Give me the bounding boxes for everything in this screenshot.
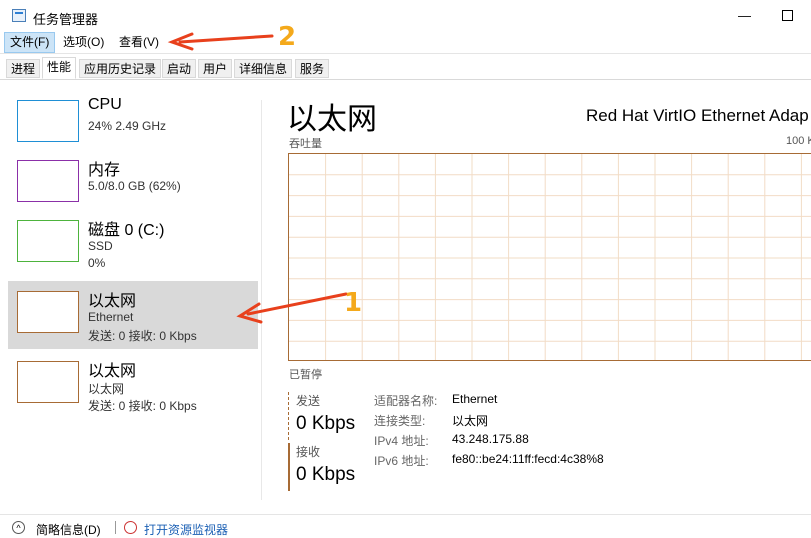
throughput-label: 吞吐量 xyxy=(289,138,322,150)
memory-mini-graph xyxy=(17,160,79,202)
throughput-graph xyxy=(288,153,811,361)
property-label: IPv4 地址: xyxy=(374,434,429,448)
sidebar-item-title: 磁盘 0 (C:) xyxy=(88,222,165,239)
open-resource-monitor-link[interactable]: 打开资源监视器 xyxy=(144,521,228,538)
maximize-button[interactable] xyxy=(782,10,793,21)
property-label: 适配器名称: xyxy=(374,394,438,408)
tab-startup[interactable]: 启动 xyxy=(162,59,197,78)
disk-mini-graph xyxy=(17,220,79,262)
property-value: Ethernet xyxy=(452,392,498,406)
task-manager-icon xyxy=(12,9,26,22)
tab-app-history[interactable]: 应用历史记录 xyxy=(79,59,162,78)
property-value: 43.248.175.88 xyxy=(452,432,529,446)
tab-users[interactable]: 用户 xyxy=(198,59,233,78)
property-label: 连接类型: xyxy=(374,414,426,428)
receive-value: 0 Kbps xyxy=(296,464,356,485)
tab-services[interactable]: 服务 xyxy=(295,59,330,78)
title-bar: 任务管理器 — xyxy=(0,0,811,32)
receive-stat: 接收 0 Kbps xyxy=(288,443,355,491)
ethernet-mini-graph xyxy=(17,291,79,333)
sidebar-item-subtitle: 5.0/8.0 GB (62%) xyxy=(88,179,181,193)
sidebar-item-ethernet-1[interactable]: 以太网 Ethernet 发送: 0 接收: 0 Kbps xyxy=(8,281,258,349)
tab-details[interactable]: 详细信息 xyxy=(234,59,293,78)
receive-label: 接收 xyxy=(296,445,321,459)
send-value: 0 Kbps xyxy=(296,413,356,434)
minimize-button[interactable]: — xyxy=(738,8,751,23)
chevron-up-icon[interactable]: ^ xyxy=(12,521,25,534)
tab-performance[interactable]: 性能 xyxy=(42,57,77,79)
sidebar-item-cpu[interactable]: CPU 24% 2.49 GHz xyxy=(8,90,258,158)
cpu-mini-graph xyxy=(17,100,79,142)
menu-view[interactable]: 查看(V) xyxy=(114,32,164,53)
sidebar-item-subtitle: 以太网 xyxy=(88,382,125,396)
send-label: 发送 xyxy=(296,394,321,408)
adapter-name: Red Hat VirtIO Ethernet Adap xyxy=(586,106,809,125)
sidebar-item-title: 以太网 xyxy=(88,363,137,380)
sidebar-item-title: 以太网 xyxy=(88,293,137,310)
sidebar-item-subtitle: 24% 2.49 GHz xyxy=(88,119,167,133)
graph-grid xyxy=(289,154,811,360)
property-value: fe80::be24:11ff:fecd:4c38%8 xyxy=(452,452,604,466)
sidebar-item-detail: 发送: 0 接收: 0 Kbps xyxy=(88,399,197,413)
panel-divider xyxy=(261,100,262,500)
sidebar-item-title: 内存 xyxy=(88,162,121,179)
annotation-label-1: 1 xyxy=(344,288,363,318)
sidebar-item-subtitle: SSD xyxy=(88,239,113,253)
menu-bar: 文件(F) 选项(O) 查看(V) xyxy=(0,32,811,54)
sidebar-item-disk[interactable]: 磁盘 0 (C:) SSD 0% xyxy=(8,210,258,278)
sidebar-item-detail: 0% xyxy=(88,256,106,270)
ethernet-mini-graph xyxy=(17,361,79,403)
resource-monitor-icon xyxy=(124,521,137,534)
menu-file[interactable]: 文件(F) xyxy=(4,32,56,53)
send-stat: 发送 0 Kbps xyxy=(288,392,355,440)
annotation-label-2: 2 xyxy=(278,22,297,52)
footer-bar: ^ 简略信息(D) 打开资源监视器 xyxy=(0,514,811,538)
menu-options[interactable]: 选项(O) xyxy=(58,32,109,53)
property-value: 以太网 xyxy=(452,414,489,428)
sidebar-item-memory[interactable]: 内存 5.0/8.0 GB (62%) xyxy=(8,150,258,218)
tab-processes[interactable]: 进程 xyxy=(6,59,41,78)
sidebar-item-title: CPU xyxy=(88,96,122,113)
tab-strip: 进程 性能 应用历史记录 启动 用户 详细信息 服务 xyxy=(0,56,811,80)
footer-separator xyxy=(115,521,116,534)
performance-sidebar: CPU 24% 2.49 GHz 内存 5.0/8.0 GB (62%) 磁盘 … xyxy=(0,80,262,500)
graph-max-label: 100 K xyxy=(786,135,811,147)
sidebar-item-detail: 发送: 0 接收: 0 Kbps xyxy=(88,329,197,343)
window-title: 任务管理器 xyxy=(33,12,99,27)
property-label: IPv6 地址: xyxy=(374,454,429,468)
page-title: 以太网 xyxy=(287,103,377,136)
fewer-details-button[interactable]: 简略信息(D) xyxy=(36,521,101,538)
sidebar-item-subtitle: Ethernet xyxy=(88,310,134,324)
sidebar-item-ethernet-2[interactable]: 以太网 以太网 发送: 0 接收: 0 Kbps xyxy=(8,351,258,419)
status-text: 已暂停 xyxy=(289,369,322,381)
